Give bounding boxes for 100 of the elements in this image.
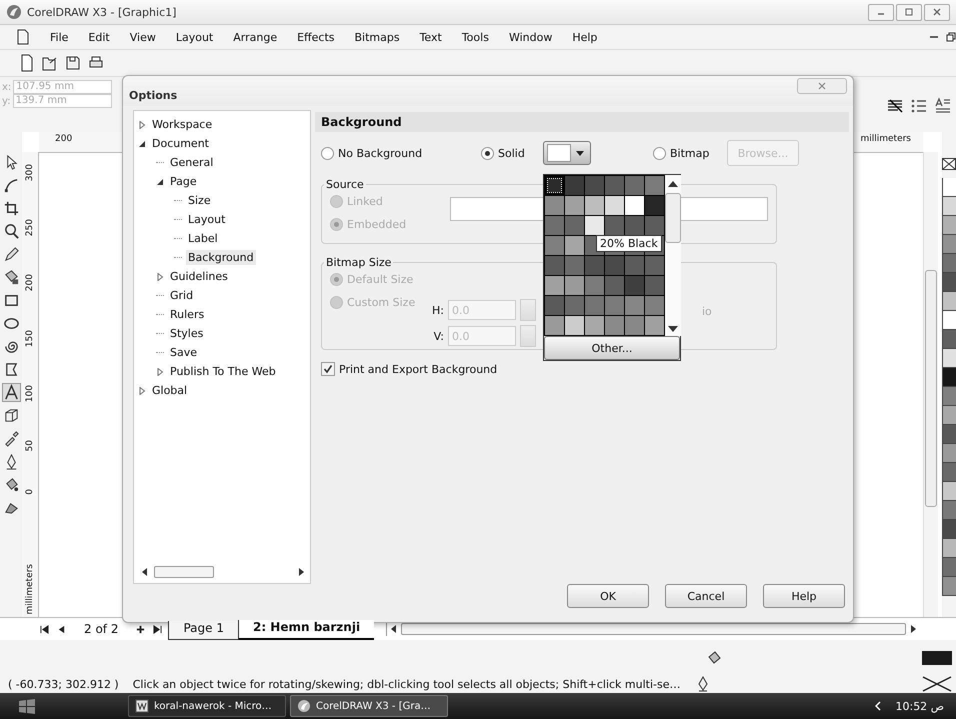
scroll-right-icon[interactable] xyxy=(298,568,304,576)
color-swatch[interactable] xyxy=(942,387,956,406)
color-swatch[interactable] xyxy=(585,296,604,315)
dialog-button[interactable]: Cancel xyxy=(665,584,747,608)
color-swatch[interactable] xyxy=(942,577,956,596)
minimize-document-icon[interactable] xyxy=(930,36,938,38)
vertical-scrollbar[interactable] xyxy=(665,175,681,336)
color-swatch[interactable] xyxy=(545,316,564,335)
scroll-down-icon[interactable] xyxy=(668,326,678,332)
tray-expand-icon[interactable] xyxy=(875,701,882,711)
color-swatch[interactable] xyxy=(942,178,956,197)
checkbox[interactable] xyxy=(321,362,335,376)
color-swatch[interactable] xyxy=(942,520,956,539)
color-swatch[interactable] xyxy=(942,463,956,482)
color-swatch[interactable] xyxy=(625,216,644,235)
page-tab[interactable]: Page 1 xyxy=(168,621,238,640)
color-swatch[interactable] xyxy=(942,349,956,368)
zoom-icon[interactable] xyxy=(2,223,20,240)
tree-item[interactable]: Size xyxy=(186,193,213,208)
bullet-list-icon[interactable] xyxy=(910,97,928,115)
color-swatch[interactable] xyxy=(625,296,644,315)
other-color-button[interactable]: Other... xyxy=(544,336,680,360)
color-swatch[interactable] xyxy=(942,273,956,292)
color-swatch[interactable] xyxy=(942,501,956,520)
tree-item[interactable]: Guidelines xyxy=(168,269,230,284)
scroll-right-icon[interactable] xyxy=(910,625,916,633)
color-swatch[interactable] xyxy=(625,196,644,215)
color-swatch[interactable] xyxy=(585,176,604,195)
color-swatch[interactable] xyxy=(545,256,564,275)
color-swatch[interactable] xyxy=(942,482,956,501)
menu-item[interactable]: Tools xyxy=(452,30,499,44)
color-swatch[interactable] xyxy=(942,311,956,330)
color-swatch[interactable] xyxy=(942,558,956,577)
menu-item[interactable]: Arrange xyxy=(223,30,288,44)
horizontal-scrollbar[interactable] xyxy=(386,622,916,636)
color-swatch[interactable] xyxy=(942,216,956,235)
tree-item[interactable]: Styles xyxy=(168,326,206,341)
previous-page-icon[interactable] xyxy=(57,624,66,634)
color-swatch[interactable] xyxy=(942,425,956,444)
color-swatch[interactable] xyxy=(585,256,604,275)
tree-item[interactable]: Document xyxy=(150,136,211,151)
tree-item[interactable]: General xyxy=(168,155,216,170)
color-swatch[interactable] xyxy=(645,176,664,195)
color-swatch[interactable] xyxy=(625,316,644,335)
tree-item[interactable]: Label xyxy=(186,231,220,246)
color-swatch[interactable] xyxy=(942,235,956,254)
color-swatch[interactable] xyxy=(942,292,956,311)
color-swatch[interactable] xyxy=(545,216,564,235)
color-swatch[interactable] xyxy=(585,216,604,235)
radio-button[interactable] xyxy=(481,146,494,160)
radio-button[interactable] xyxy=(653,146,666,160)
color-swatch[interactable] xyxy=(545,236,564,255)
color-swatch[interactable] xyxy=(565,316,584,335)
color-swatch[interactable] xyxy=(565,276,584,295)
color-swatch[interactable] xyxy=(942,197,956,216)
restore-document-icon[interactable] xyxy=(946,32,956,42)
expand-icon[interactable] xyxy=(156,368,164,376)
color-swatch[interactable] xyxy=(645,256,664,275)
color-picker-button[interactable] xyxy=(542,141,591,165)
text-tool-icon[interactable] xyxy=(2,384,20,401)
expand-icon[interactable] xyxy=(138,120,146,128)
tree-item[interactable]: Layout xyxy=(186,212,228,227)
drop-cap-icon[interactable] xyxy=(934,97,952,115)
eyedropper-icon[interactable] xyxy=(2,430,20,447)
save-icon[interactable] xyxy=(64,54,82,72)
color-swatch[interactable] xyxy=(565,196,584,215)
tree-item[interactable]: Page xyxy=(168,174,199,189)
menu-item[interactable]: Text xyxy=(410,30,452,44)
color-swatch[interactable] xyxy=(565,176,584,195)
color-swatch[interactable] xyxy=(585,276,604,295)
color-swatch[interactable] xyxy=(942,368,956,387)
color-swatch[interactable] xyxy=(942,330,956,349)
tree-item[interactable]: Publish To The Web xyxy=(168,364,278,379)
taskbar-button[interactable]: koral-nawerok - Micro… xyxy=(128,695,286,717)
expand-icon[interactable] xyxy=(156,272,164,280)
color-swatch[interactable] xyxy=(625,176,644,195)
color-swatch[interactable] xyxy=(645,316,664,335)
color-swatch[interactable] xyxy=(645,216,664,235)
color-swatch[interactable] xyxy=(942,406,956,425)
ellipse-icon[interactable] xyxy=(2,315,20,332)
menu-item[interactable]: Bitmaps xyxy=(344,30,410,44)
color-swatch[interactable] xyxy=(942,539,956,558)
color-swatch[interactable] xyxy=(942,444,956,463)
color-swatch[interactable] xyxy=(545,176,564,195)
cube-icon[interactable] xyxy=(2,407,20,424)
color-swatch[interactable] xyxy=(605,316,624,335)
tree-item[interactable]: Workspace xyxy=(150,117,214,132)
color-swatch[interactable] xyxy=(645,196,664,215)
scroll-up-icon[interactable] xyxy=(668,181,678,187)
color-swatch[interactable] xyxy=(545,296,564,315)
dialog-button[interactable]: Help xyxy=(763,584,845,608)
dialog-button[interactable]: OK xyxy=(567,584,649,608)
vertical-scrollbar[interactable] xyxy=(923,152,938,617)
collapse-icon[interactable] xyxy=(156,178,164,186)
tree-item[interactable]: Global xyxy=(150,383,190,398)
shape-tool-icon[interactable] xyxy=(2,177,20,194)
first-page-icon[interactable] xyxy=(40,624,49,634)
menu-item[interactable]: Window xyxy=(498,30,562,44)
menu-item[interactable]: View xyxy=(120,30,166,44)
fill-tool-icon[interactable] xyxy=(2,269,20,286)
